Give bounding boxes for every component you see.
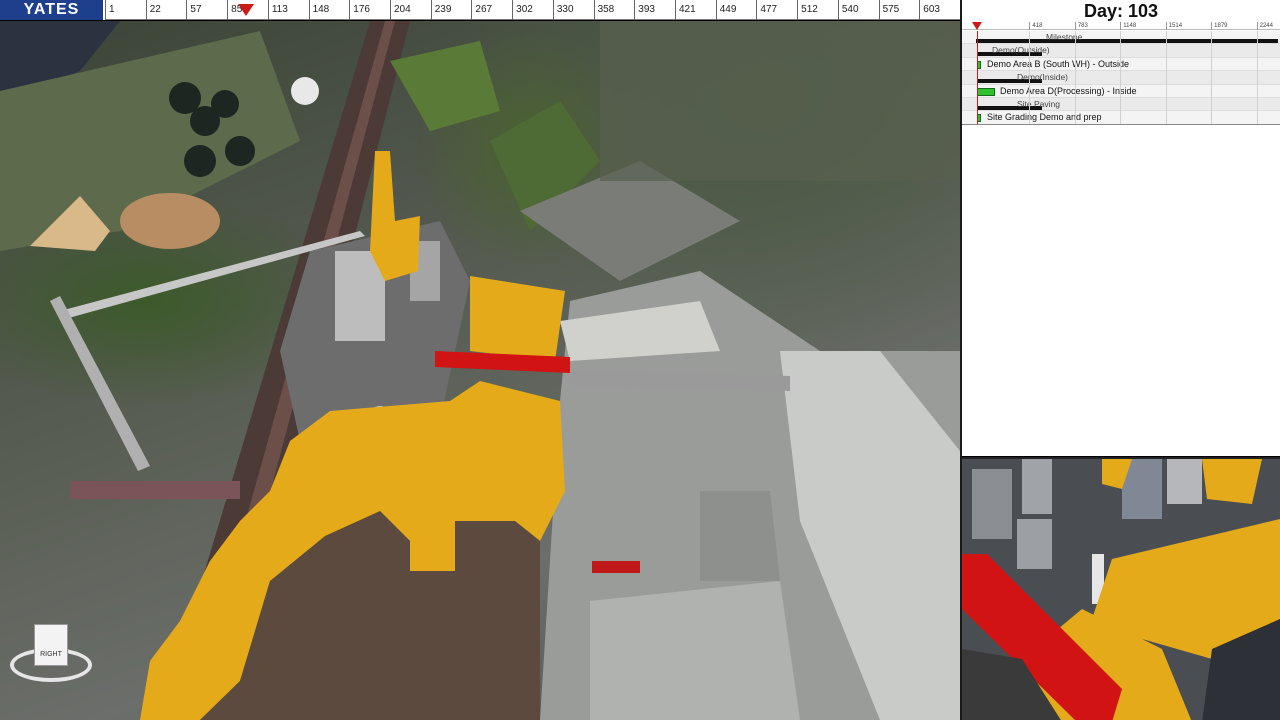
- current-day-line: [977, 31, 978, 125]
- navigation-cube[interactable]: RIGHT: [10, 624, 92, 684]
- inset-3d-view[interactable]: [962, 457, 1280, 720]
- timeline-tick[interactable]: 449: [715, 0, 757, 20]
- timeline-tick[interactable]: 267: [471, 0, 512, 20]
- gantt-scale-tick: 783: [1074, 22, 1088, 30]
- main-3d-viewport[interactable]: RIGHT: [0, 21, 960, 720]
- timeline-tick[interactable]: 603: [919, 0, 960, 20]
- timeline-tick[interactable]: 393: [634, 0, 675, 20]
- gantt-gridline: [1256, 31, 1258, 124]
- timeline-tick[interactable]: 512: [797, 0, 838, 20]
- gantt-marker-icon[interactable]: [972, 22, 982, 30]
- gantt-scale: 418 783 1148 1514 1879 2244: [962, 22, 1280, 30]
- timeline-tick[interactable]: 176: [349, 0, 390, 20]
- nav-cube-icon[interactable]: [34, 624, 68, 666]
- timeline-tick[interactable]: 1: [105, 0, 146, 20]
- timeline-tick[interactable]: 421: [675, 0, 716, 20]
- timeline-ruler[interactable]: YATES 1 22 57 85 113 148 176 204 239 267 302 330 358…: [0, 0, 960, 20]
- day-counter: Day: 103: [1083, 1, 1159, 21]
- timeline-tick[interactable]: 540: [837, 0, 879, 20]
- timeline-tick[interactable]: 358: [593, 0, 635, 20]
- gantt-gridline: [1029, 31, 1031, 124]
- gantt-gridline: [1211, 31, 1213, 124]
- site-model-render: [0, 21, 960, 720]
- gantt-gridline: [1074, 31, 1076, 124]
- group-label: Milestone: [1046, 32, 1083, 42]
- gantt-bottom-border: [962, 124, 1280, 125]
- task-label: Demo Area D(Processing) - Inside: [1000, 85, 1137, 96]
- timeline-tick[interactable]: 239: [430, 0, 472, 20]
- gantt-scale-tick: 2244: [1256, 22, 1273, 30]
- yates-logo: YATES: [0, 0, 105, 20]
- timeline-tick[interactable]: 57: [186, 0, 227, 20]
- group-label: Site Paving: [1017, 98, 1060, 109]
- gantt-scale-tick: 1148: [1120, 22, 1136, 30]
- nav-face-label: RIGHT: [40, 651, 62, 658]
- timeline-tick[interactable]: 302: [512, 0, 553, 20]
- timeline-tick[interactable]: 330: [552, 0, 594, 20]
- group-label: Demo(Inside): [1017, 72, 1069, 83]
- task-label: Demo Area B (South WH) - Outside: [987, 58, 1130, 69]
- gantt-gridline: [1120, 31, 1122, 124]
- timeline-tick[interactable]: 148: [308, 0, 350, 20]
- timeline-ticks[interactable]: 1 22 57 85 113 148 176 204 239 267 302 330 358 393 421…: [105, 0, 960, 20]
- group-label: Demo(Outside): [992, 45, 1050, 56]
- timeline-tick[interactable]: 113: [267, 0, 309, 20]
- timeline-tick[interactable]: 477: [756, 0, 797, 20]
- timeline-tick[interactable]: 22: [145, 0, 187, 20]
- gantt-scale-tick: 1879: [1211, 22, 1228, 30]
- timeline-tick[interactable]: 204: [390, 0, 431, 20]
- gantt-panel[interactable]: Day: 103 418 783 1148 1514 1879 2244 Mileston…: [962, 0, 1280, 456]
- inset-model-render: [962, 459, 1280, 720]
- gantt-gridline: [1165, 31, 1167, 124]
- gantt-scale-tick: 1514: [1165, 22, 1182, 30]
- task-label: Site Grading Demo and prep: [987, 112, 1102, 123]
- task-bar[interactable]: [977, 87, 995, 96]
- group-summary-bar: [976, 39, 1278, 43]
- timeline-tick[interactable]: 575: [878, 0, 920, 20]
- timeline-marker-icon[interactable]: [238, 4, 254, 16]
- gantt-scale-tick: 418: [1029, 22, 1042, 30]
